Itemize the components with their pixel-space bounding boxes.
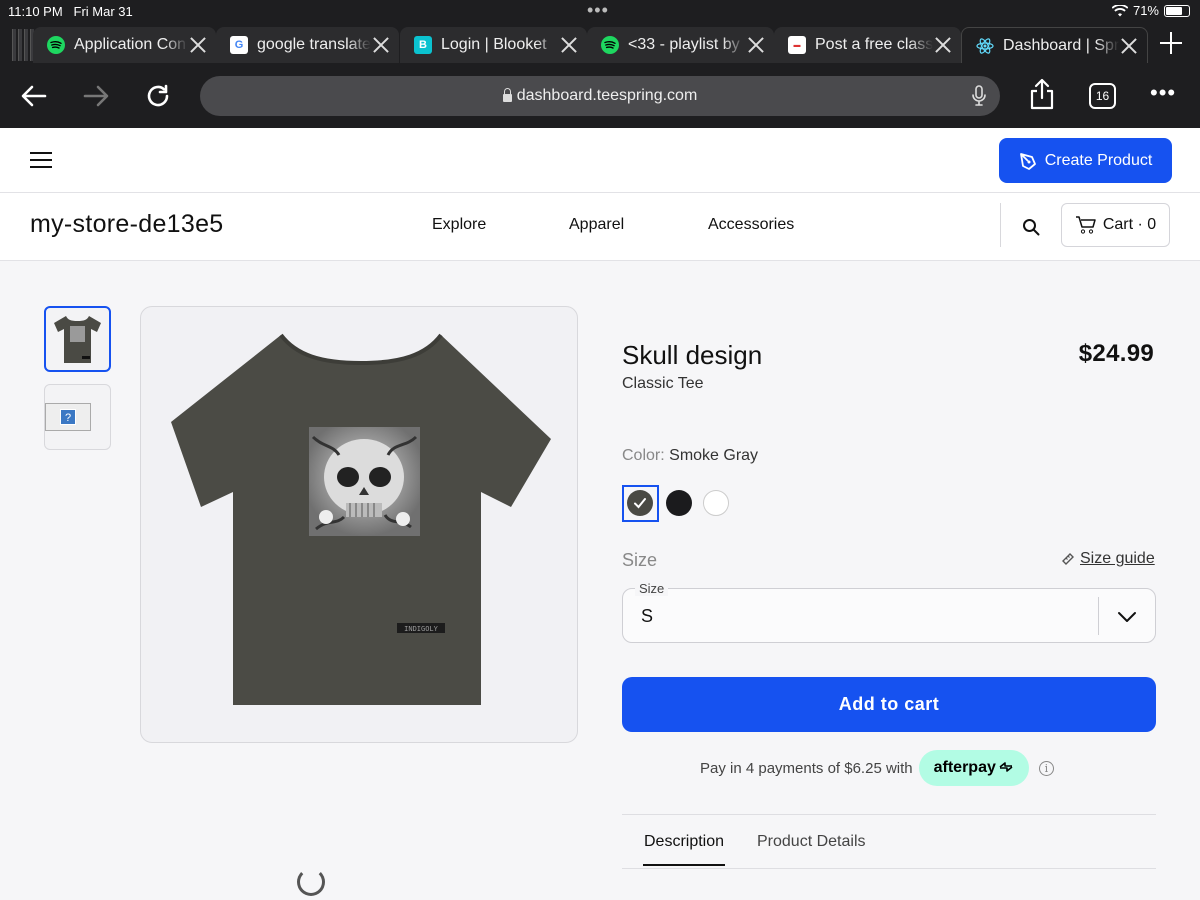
tab-description[interactable]: Description <box>642 833 726 866</box>
size-heading: Size <box>622 550 658 570</box>
wifi-icon <box>1111 4 1128 16</box>
cart-button[interactable]: Cart · 0 <box>1061 203 1170 247</box>
spotify-icon <box>47 36 65 54</box>
nav-apparel[interactable]: Apparel <box>569 216 624 234</box>
address-bar[interactable]: dashboard.teespring.com <box>200 76 1000 116</box>
microphone-icon[interactable] <box>972 85 986 112</box>
ruler-icon <box>1062 553 1074 565</box>
browser-toolbar: dashboard.teespring.com 16 ••• <box>0 66 1200 128</box>
broken-image-icon: ? <box>45 403 91 431</box>
tab-google-translate[interactable]: G google translate <box>216 27 399 63</box>
url-text: dashboard.teespring.com <box>516 87 698 104</box>
blooket-icon: B <box>414 36 432 54</box>
tshirt-thumbnail-image <box>54 316 101 363</box>
product-price: $24.99 <box>1078 340 1154 367</box>
loading-spinner-icon <box>297 868 325 896</box>
more-menu-icon[interactable]: ••• <box>1150 82 1176 104</box>
tab-post-class[interactable]: ▬ Post a free class <box>774 27 961 63</box>
dashboard-header: Create Product <box>0 128 1200 193</box>
size-select[interactable]: Size S <box>622 581 1156 643</box>
nav-explore[interactable]: Explore <box>432 216 486 234</box>
close-tab-icon[interactable] <box>1119 36 1139 56</box>
close-tab-icon[interactable] <box>371 35 391 55</box>
tab-count: 16 <box>1095 89 1110 103</box>
tshirt-image: INDIGOLY <box>171 333 551 705</box>
info-icon[interactable]: i <box>1038 760 1054 776</box>
product-thumbnail-2[interactable]: ? <box>44 384 111 450</box>
product-main-image[interactable]: INDIGOLY <box>140 306 578 743</box>
spotify-icon <box>601 36 619 54</box>
search-icon[interactable] <box>1022 218 1040 241</box>
divider <box>1000 203 1001 247</box>
select-divider <box>1098 597 1099 635</box>
forward-icon[interactable] <box>80 80 112 112</box>
back-icon[interactable] <box>18 80 50 112</box>
pen-tool-icon <box>1019 152 1036 170</box>
product-subtitle: Classic Tee <box>622 375 704 392</box>
browser-chrome: 11:10 PM Fri Mar 31 ••• 71% Application … <box>0 0 1200 128</box>
tab-application[interactable]: Application Con <box>33 27 216 63</box>
cart-icon <box>1075 216 1096 234</box>
lock-icon <box>502 88 512 102</box>
afterpay-info: Pay in 4 payments of $6.25 with afterpay… <box>700 748 1054 788</box>
afterpay-text: Pay in 4 payments of $6.25 with <box>700 759 913 777</box>
afterpay-badge[interactable]: afterpay <box>918 750 1029 786</box>
site-icon: ▬ <box>788 36 806 54</box>
shirt-tag-text: INDIGOLY <box>404 625 439 633</box>
tab-blooket[interactable]: B Login | Blooket <box>400 27 587 63</box>
tab-title: Post a free class <box>815 36 933 53</box>
close-tab-icon[interactable] <box>559 35 579 55</box>
status-bar: 11:10 PM Fri Mar 31 ••• 71% <box>0 0 1200 22</box>
close-tab-icon[interactable] <box>188 35 208 55</box>
color-swatch-smoke-gray[interactable] <box>627 490 653 516</box>
tab-title: Application Con <box>74 36 187 53</box>
chevron-down-icon[interactable] <box>1117 607 1137 625</box>
tab-dashboard[interactable]: Dashboard | Spring <box>961 27 1148 63</box>
store-name[interactable]: my-store-de13e5 <box>30 210 223 239</box>
afterpay-logo-icon <box>999 762 1013 772</box>
battery-status: 71% <box>1111 3 1190 18</box>
nav-accessories[interactable]: Accessories <box>708 216 794 234</box>
size-field-label: Size <box>635 581 669 596</box>
tab-title: google translate <box>257 36 371 53</box>
google-icon: G <box>230 36 248 54</box>
product-thumbnail-1[interactable] <box>44 306 111 372</box>
cart-label: Cart · 0 <box>1102 216 1157 233</box>
color-label: Color: Smoke Gray <box>622 447 759 464</box>
multitask-dots-icon[interactable]: ••• <box>587 0 609 21</box>
close-tab-icon[interactable] <box>933 35 953 55</box>
product-title: Skull design <box>622 340 763 370</box>
menu-icon[interactable] <box>30 152 52 168</box>
color-value: Smoke Gray <box>669 447 759 464</box>
store-navbar: my-store-de13e5 Explore Apparel Accessor… <box>0 193 1200 261</box>
react-icon <box>976 37 994 55</box>
battery-percent: 71% <box>1132 3 1159 18</box>
tab-title: <33 - playlist by <box>628 36 740 53</box>
create-product-button[interactable]: Create Product <box>999 138 1172 183</box>
size-guide-link[interactable]: Size guide <box>1060 550 1155 568</box>
tab-strip: Application Con G google translate B Log… <box>0 25 1200 65</box>
color-swatch-white[interactable] <box>703 490 729 516</box>
tab-product-details[interactable]: Product Details <box>757 833 866 851</box>
checkmark-icon <box>634 498 646 509</box>
reload-icon[interactable] <box>142 80 174 112</box>
tab-title: Login | Blooket <box>441 36 547 53</box>
add-to-cart-button[interactable]: Add to cart <box>622 677 1156 732</box>
size-value: S <box>641 606 654 626</box>
tab-switcher-button[interactable]: 16 <box>1089 83 1116 109</box>
close-tab-icon[interactable] <box>746 35 766 55</box>
product-tabs: Description Product Details <box>622 814 1156 869</box>
tab-title: Dashboard | Spring <box>1003 36 1119 54</box>
status-time: 11:10 PM Fri Mar 31 <box>8 4 133 19</box>
battery-icon <box>1164 4 1190 17</box>
new-tab-icon[interactable] <box>1160 32 1182 54</box>
tab-playlist[interactable]: <33 - playlist by <box>587 27 774 63</box>
color-swatch-black[interactable] <box>666 490 692 516</box>
share-icon[interactable] <box>1026 78 1058 110</box>
